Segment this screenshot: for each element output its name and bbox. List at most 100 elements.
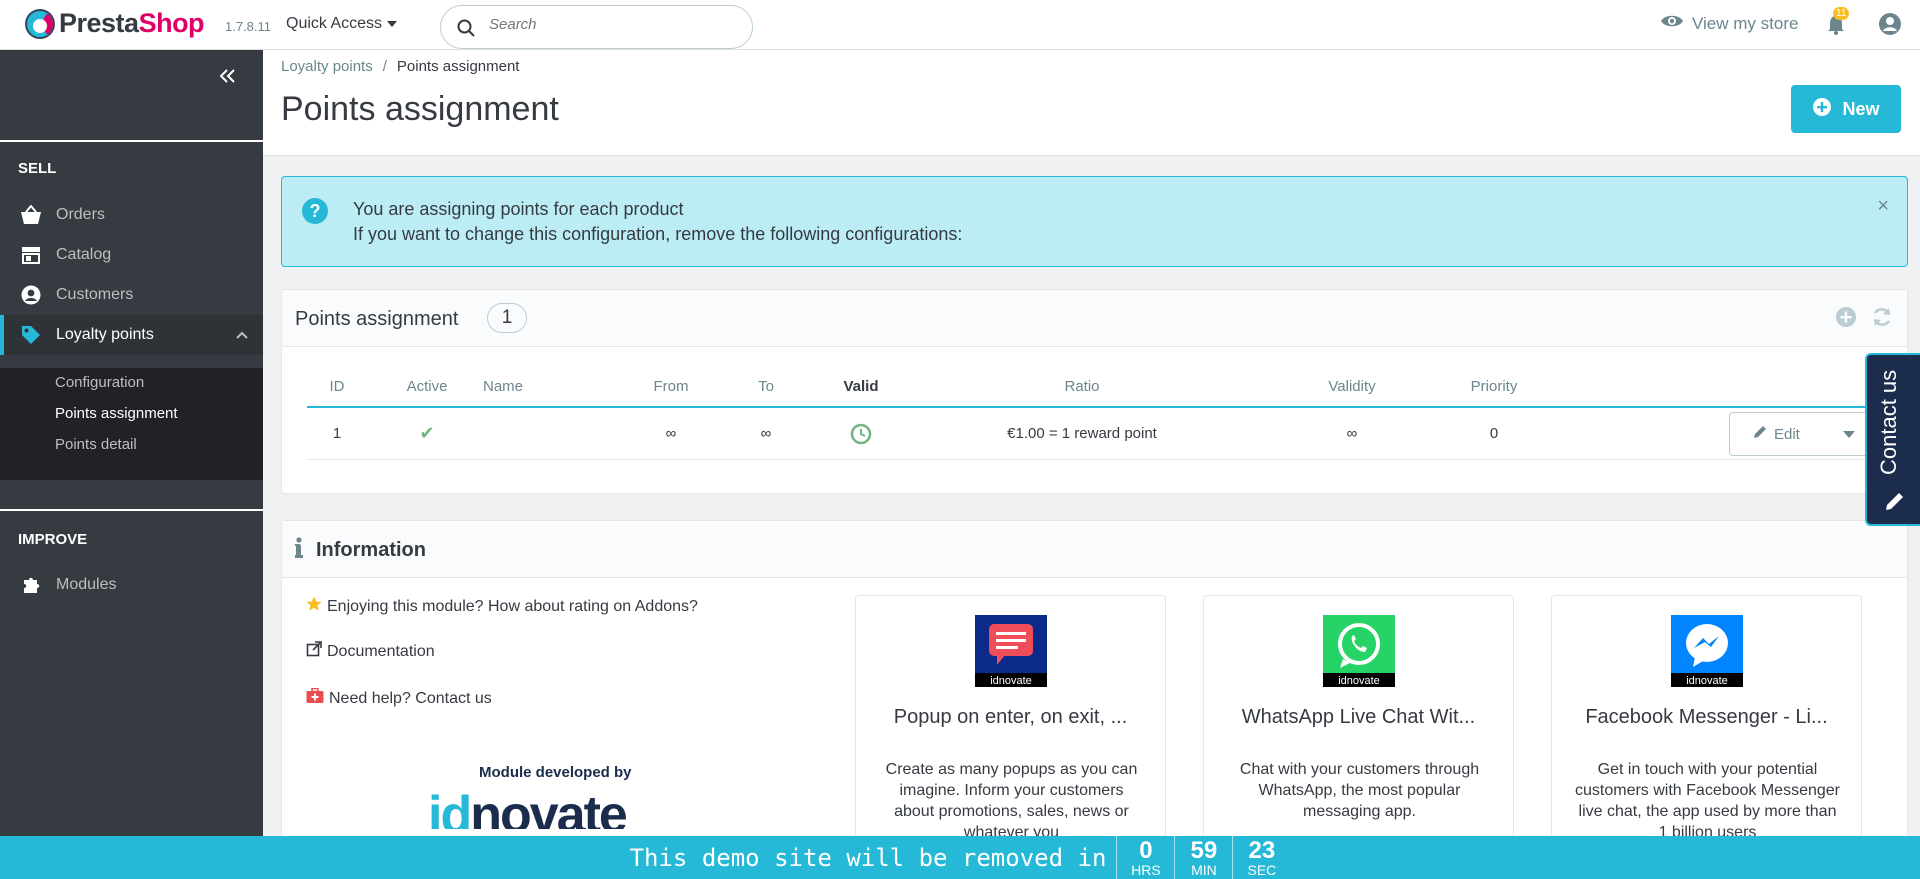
- column-header-valid[interactable]: Valid: [821, 366, 901, 406]
- svg-text:idnovate: idnovate: [990, 675, 1032, 687]
- sell-section-title: SELL: [18, 160, 57, 177]
- close-icon[interactable]: ×: [1877, 195, 1889, 218]
- card-description: Chat with your customers through WhatsAp…: [1239, 761, 1480, 820]
- edit-dropdown-toggle[interactable]: [1830, 413, 1868, 455]
- edit-button[interactable]: Edit: [1730, 424, 1830, 444]
- demo-countdown-bar: This demo site will be removed in 0 HRS …: [0, 836, 1920, 879]
- documentation-link[interactable]: Documentation: [306, 641, 435, 662]
- card-title: Popup on enter, on exit, ...: [893, 706, 1128, 728]
- external-link-icon: [306, 641, 322, 662]
- check-icon[interactable]: ✔: [387, 408, 467, 459]
- caret-down-icon: [1843, 426, 1855, 443]
- count-badge: 1: [487, 303, 527, 333]
- edit-label: Edit: [1774, 425, 1800, 443]
- seconds-value: 23: [1248, 836, 1276, 864]
- employee-account-button[interactable]: [1878, 12, 1902, 41]
- sidebar-item-catalog[interactable]: Catalog: [0, 235, 263, 275]
- cell-to: ∞: [760, 425, 772, 442]
- notifications-button[interactable]: 11: [1826, 7, 1850, 41]
- svg-text:idnovate: idnovate: [1338, 675, 1380, 687]
- prestashop-logo[interactable]: PrestaShop: [25, 8, 205, 39]
- star-icon: [306, 596, 322, 617]
- sidebar-item-label: Orders: [56, 206, 105, 223]
- whatsapp-module-image: idnovate: [1323, 615, 1395, 687]
- rate-on-addons-link[interactable]: Enjoying this module? How about rating o…: [306, 596, 698, 617]
- user-circle-icon: [20, 284, 42, 306]
- clock-icon: [821, 408, 901, 459]
- column-header-id[interactable]: ID: [307, 366, 367, 406]
- breadcrumb-parent[interactable]: Loyalty points: [281, 58, 373, 75]
- view-my-store-label: View my store: [1692, 13, 1799, 33]
- sidebar-item-loyalty-points[interactable]: Loyalty points: [0, 315, 263, 355]
- puzzle-icon: [20, 574, 42, 596]
- puffin-logo-icon: [25, 8, 55, 39]
- contact-us-tab[interactable]: Contact us: [1865, 353, 1920, 526]
- column-header-priority[interactable]: Priority: [1444, 366, 1544, 406]
- column-header-to[interactable]: To: [736, 366, 796, 406]
- column-header-validity[interactable]: Validity: [1302, 366, 1402, 406]
- cell-from: ∞: [665, 425, 677, 442]
- submenu-points-assignment[interactable]: Points assignment: [55, 405, 178, 422]
- seconds-label: SEC: [1247, 861, 1277, 878]
- breadcrumb-separator: /: [382, 58, 387, 75]
- quick-access-dropdown[interactable]: Quick Access: [286, 15, 398, 33]
- info-alert: ? You are assigning points for each prod…: [281, 176, 1908, 267]
- alert-line-2: If you want to change this configuration…: [353, 224, 963, 244]
- caret-down-icon: [387, 20, 398, 27]
- add-circle-icon[interactable]: [1835, 306, 1857, 333]
- edit-button-group: Edit: [1729, 412, 1869, 456]
- panel-heading: Information: [282, 521, 1907, 578]
- double-chevron-left-icon: [218, 64, 236, 89]
- collapse-sidebar-button[interactable]: [218, 64, 236, 90]
- panel-title: Points assignment: [295, 308, 459, 330]
- alert-line-1: You are assigning points for each produc…: [353, 199, 684, 219]
- search-input[interactable]: [489, 16, 729, 33]
- page-title: Points assignment: [281, 90, 559, 128]
- column-header-active[interactable]: Active: [387, 366, 467, 406]
- panel-title: Information: [316, 539, 426, 561]
- sidebar-item-label: Modules: [56, 576, 117, 593]
- refresh-icon[interactable]: [1871, 306, 1893, 333]
- cell-ratio: €1.00 = 1 reward point: [1007, 425, 1157, 442]
- countdown-minutes: 59 MIN: [1174, 836, 1232, 879]
- sidebar-item-orders[interactable]: Orders: [0, 195, 263, 235]
- info-icon: [295, 537, 303, 564]
- column-header-ratio[interactable]: Ratio: [1012, 366, 1152, 406]
- card-title: Facebook Messenger - Li...: [1585, 706, 1828, 728]
- sidebar-divider: [0, 140, 263, 142]
- pencil-icon: [1884, 490, 1906, 517]
- logo-text-part1: id: [428, 789, 472, 829]
- search-icon: [457, 19, 475, 42]
- view-my-store-link[interactable]: View my store: [1660, 13, 1798, 34]
- column-header-from[interactable]: From: [641, 366, 701, 406]
- popup-module-image: idnovate: [975, 615, 1047, 687]
- add-new-button[interactable]: New: [1791, 85, 1901, 133]
- points-assignment-panel: Points assignment 1 ID Active Name From …: [281, 289, 1908, 494]
- sidebar-item-customers[interactable]: Customers: [0, 275, 263, 315]
- plus-circle-icon: [1812, 97, 1832, 122]
- minutes-label: MIN: [1191, 861, 1217, 878]
- sidebar: SELL Orders Catalog Customers Loyalty po…: [0, 50, 263, 879]
- brand-name-part1: Presta: [59, 8, 139, 38]
- table-row[interactable]: 1 ✔ ∞ ∞ €1.00 = 1 reward point ∞ 0 Edit: [307, 408, 1897, 460]
- card-description: Get in touch with your potential custome…: [1575, 761, 1840, 841]
- contact-us-label: Contact us: [1876, 369, 1901, 475]
- points-grid-table: ID Active Name From To Valid Ratio Valid…: [307, 366, 1897, 460]
- need-help-link[interactable]: Need help? Contact us: [306, 687, 492, 709]
- sidebar-item-modules[interactable]: Modules: [0, 565, 263, 605]
- panel-heading: Points assignment 1: [282, 290, 1907, 347]
- brand-name-part2: Shop: [138, 8, 205, 38]
- messenger-module-image: idnovate: [1671, 615, 1743, 687]
- submenu-configuration[interactable]: Configuration: [55, 374, 144, 391]
- card-description: Create as many popups as you can imagine…: [885, 761, 1138, 841]
- column-header-name[interactable]: Name: [483, 366, 573, 406]
- medkit-icon: [306, 687, 324, 709]
- breadcrumb: Loyalty points / Points assignment: [281, 58, 519, 75]
- sidebar-divider: [0, 509, 263, 511]
- question-circle-icon: ?: [301, 197, 329, 230]
- search-box[interactable]: [440, 5, 753, 49]
- cell-id: 1: [332, 425, 342, 442]
- user-circle-icon: [1879, 13, 1901, 35]
- idnovate-logo[interactable]: idnovate: [428, 789, 708, 829]
- submenu-points-detail[interactable]: Points detail: [55, 436, 137, 453]
